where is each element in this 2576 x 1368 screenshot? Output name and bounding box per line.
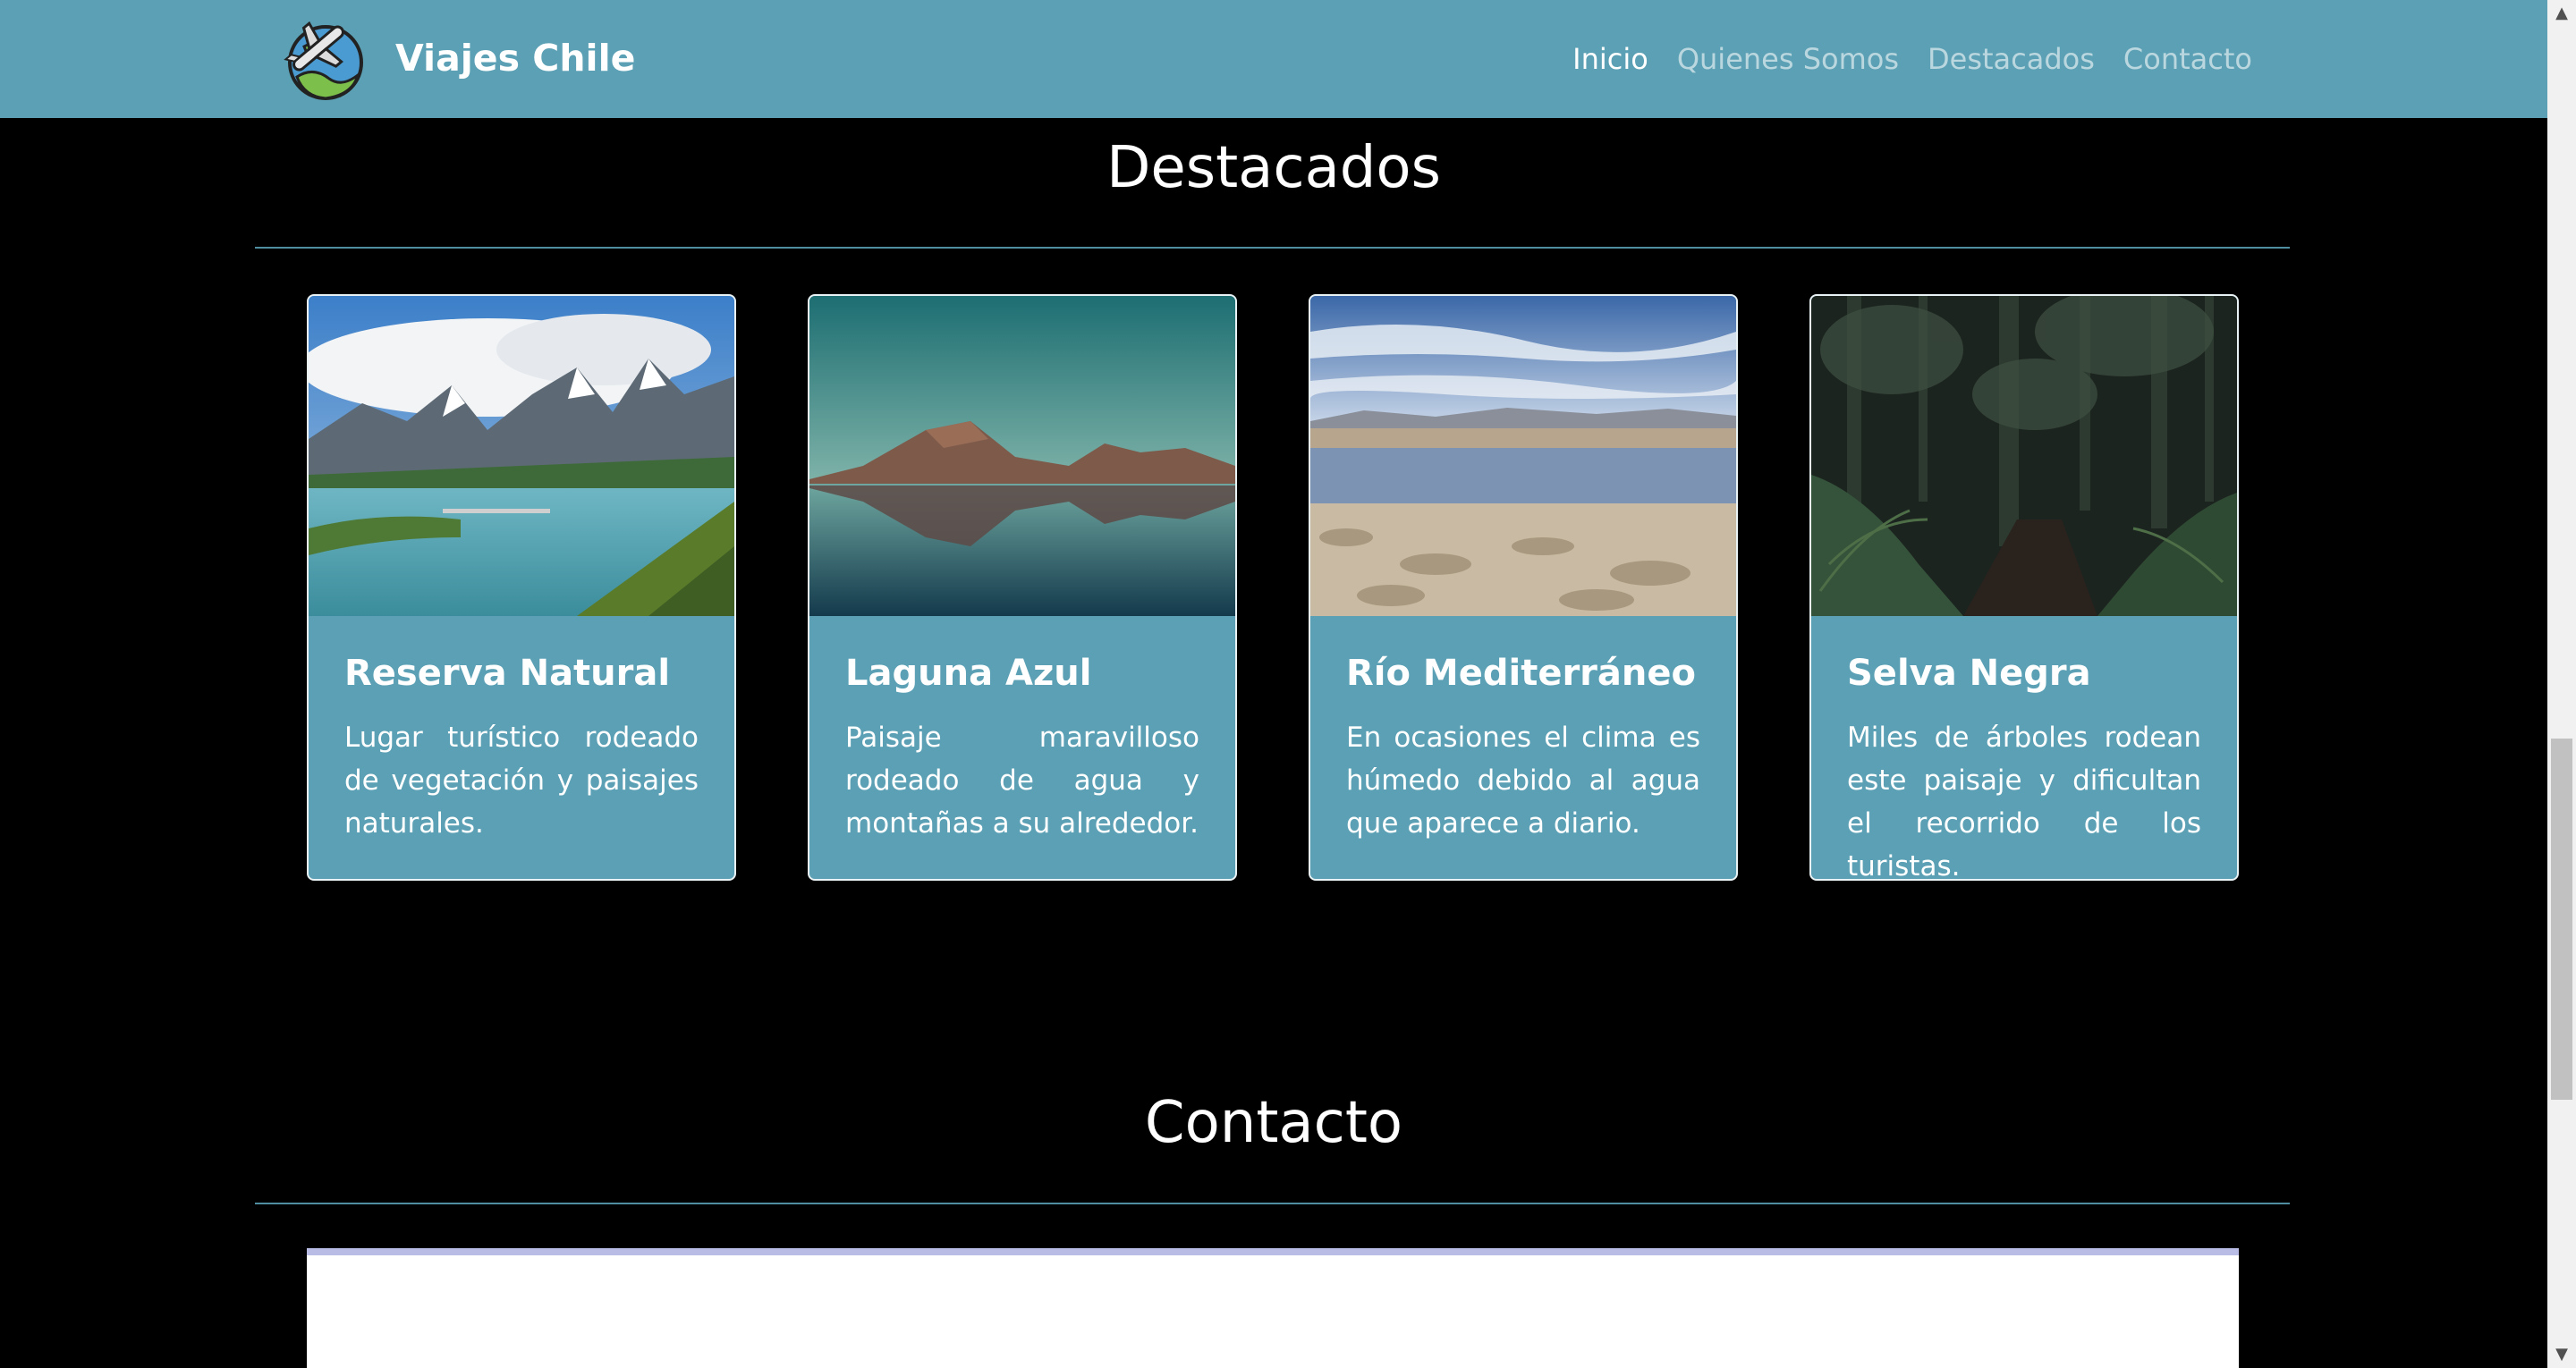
scrollbar-thumb[interactable] [2551,739,2572,1100]
navbar: Viajes Chile Inicio Quienes Somos Destac… [0,0,2547,118]
nav-item-inicio[interactable]: Inicio [1572,42,1648,76]
card-text: Lugar turístico rodeado de vegetación y … [344,722,699,840]
page: Viajes Chile Inicio Quienes Somos Destac… [0,0,2547,1368]
vertical-scrollbar[interactable]: ▲ ▼ [2547,0,2576,1368]
card-text: Paisaje maravilloso rodeado de agua y mo… [845,722,1199,840]
mountain-lake-photo [309,296,734,616]
airplane-globe-icon[interactable] [277,13,370,106]
card-title: Río Mediterráneo [1346,653,1696,694]
contact-form-container[interactable] [307,1248,2239,1368]
scroll-down-arrow-icon[interactable]: ▼ [2547,1341,2576,1368]
featured-section-title: Destacados [1106,135,1441,201]
contact-section-title: Contacto [1144,1090,1403,1156]
lagoon-reflection-photo [809,296,1235,616]
nav-item-destacados[interactable]: Destacados [1928,42,2095,76]
salt-flat-river-photo [1310,296,1736,616]
card-title: Selva Negra [1847,653,2091,694]
brand-name[interactable]: Viajes Chile [395,34,635,82]
card-reserva-natural[interactable]: Reserva Natural Lugar turístico rodeado … [307,294,736,881]
scroll-up-arrow-icon[interactable]: ▲ [2547,0,2576,27]
contact-divider [255,1203,2290,1204]
card-body: Selva Negra Miles de árboles rodean este… [1811,616,2237,881]
card-rio-mediterraneo[interactable]: Río Mediterráneo En ocasiones el clima e… [1309,294,1738,881]
dark-forest-photo [1811,296,2237,616]
nav-item-quienes-somos[interactable]: Quienes Somos [1677,42,1899,76]
nav-links: Inicio Quienes Somos Destacados Contacto [1572,38,2252,80]
featured-cards: Reserva Natural Lugar turístico rodeado … [307,294,2239,881]
card-title: Reserva Natural [344,653,671,694]
nav-item-contacto[interactable]: Contacto [2123,42,2252,76]
card-body: Laguna Azul Paisaje maravilloso rodeado … [809,616,1235,845]
featured-divider [255,247,2290,249]
card-selva-negra[interactable]: Selva Negra Miles de árboles rodean este… [1809,294,2239,881]
card-body: Reserva Natural Lugar turístico rodeado … [309,616,734,845]
card-text: En ocasiones el clima es húmedo debido a… [1346,722,1700,840]
card-title: Laguna Azul [845,653,1092,694]
card-laguna-azul[interactable]: Laguna Azul Paisaje maravilloso rodeado … [808,294,1237,881]
card-body: Río Mediterráneo En ocasiones el clima e… [1310,616,1736,845]
card-text: Miles de árboles rodean este paisaje y d… [1847,722,2201,881]
